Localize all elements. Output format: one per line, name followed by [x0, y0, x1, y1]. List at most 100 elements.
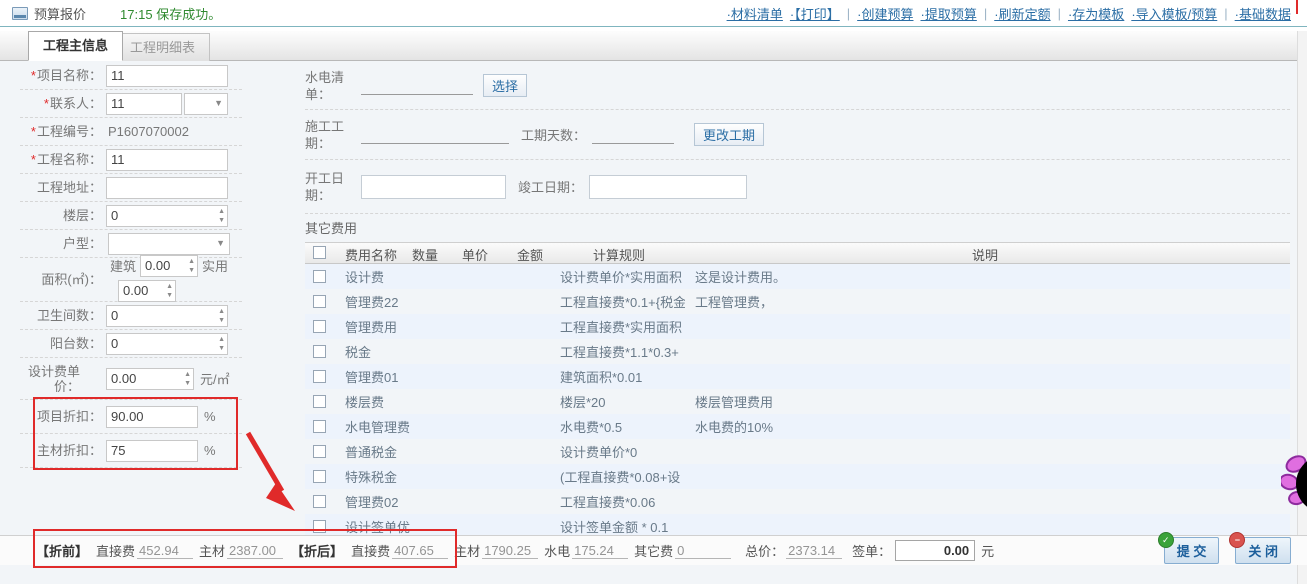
- fee-rule: 设计签单金额 * 0.1: [550, 517, 685, 536]
- link-material-list[interactable]: ·材料清单: [727, 4, 783, 23]
- link-refresh-quota[interactable]: ·刷新定额: [994, 4, 1050, 23]
- fee-name: 管理费01: [335, 367, 550, 386]
- stepper-down-icon[interactable]: ▼: [184, 380, 191, 387]
- project-name-label: *项目名称：: [20, 68, 102, 83]
- utility-value: 175.24: [572, 543, 628, 559]
- period-days-label: 工期天数：: [521, 125, 586, 144]
- form-row-construction-period: 施工工期： 工期天数： 更改工期: [305, 110, 1290, 160]
- balconies-input[interactable]: [106, 333, 228, 355]
- link-print[interactable]: ·【打印】: [790, 4, 840, 23]
- required-mark: *: [31, 124, 36, 139]
- save-status: 17:15 保存成功。: [120, 4, 221, 23]
- stepper-up-icon[interactable]: ▲: [166, 283, 173, 290]
- house-type-select[interactable]: ▼: [108, 233, 230, 255]
- stepper-up-icon[interactable]: ▲: [218, 308, 225, 315]
- percent-unit: %: [204, 443, 216, 458]
- fee-name: 管理费02: [335, 492, 550, 511]
- table-row[interactable]: 设计费设计费单价*实用面积这是设计费用。: [305, 264, 1290, 289]
- period-days-field[interactable]: [592, 125, 674, 144]
- other-fee-label: 其它费: [634, 541, 673, 560]
- utility-list-label: 水电清单：: [305, 69, 353, 103]
- tab-detail-sheet[interactable]: 工程明细表: [115, 33, 210, 61]
- stepper-down-icon[interactable]: ▼: [218, 345, 225, 352]
- select-utility-button[interactable]: 选择: [483, 74, 527, 97]
- design-fee-label: 设计费单价：: [20, 364, 80, 394]
- sign-amount-input[interactable]: [895, 540, 975, 561]
- stepper-up-icon[interactable]: ▲: [218, 336, 225, 343]
- fee-rule: 设计费单价*0: [550, 442, 685, 461]
- stepper-down-icon[interactable]: ▼: [188, 267, 195, 274]
- row-checkbox[interactable]: [313, 320, 326, 333]
- end-date-input[interactable]: [589, 175, 747, 199]
- area-label: 面积(㎡)：: [20, 272, 102, 287]
- submit-button[interactable]: ✓ 提 交: [1164, 537, 1220, 564]
- link-save-as-template[interactable]: ·存为模板: [1068, 4, 1124, 23]
- floor-input[interactable]: [106, 205, 228, 227]
- construction-period-field[interactable]: [361, 125, 509, 144]
- row-checkbox[interactable]: [313, 370, 326, 383]
- tab-main-info[interactable]: 工程主信息: [28, 31, 123, 61]
- construction-period-label: 施工工期：: [305, 118, 353, 152]
- stepper-up-icon[interactable]: ▲: [184, 371, 191, 378]
- table-row[interactable]: 管理费用工程直接费*实用面积: [305, 314, 1290, 339]
- bathrooms-input[interactable]: [106, 305, 228, 327]
- other-fees-table: 费用名称 数量 单价 金额 计算规则 说明 设计费设计费单价*实用面积这是设计费…: [305, 242, 1290, 539]
- row-checkbox[interactable]: [313, 345, 326, 358]
- house-type-label: 户型：: [20, 236, 102, 251]
- contact-input[interactable]: [106, 93, 182, 115]
- row-checkbox[interactable]: [313, 420, 326, 433]
- stepper-up-icon[interactable]: ▲: [218, 208, 225, 215]
- row-checkbox[interactable]: [313, 395, 326, 408]
- row-checkbox[interactable]: [313, 445, 326, 458]
- scrollbar-track[interactable]: [1297, 31, 1307, 584]
- total-label: 总价：: [745, 541, 784, 560]
- row-checkbox[interactable]: [313, 295, 326, 308]
- required-mark: *: [31, 68, 36, 83]
- stepper-down-icon[interactable]: ▼: [218, 317, 225, 324]
- select-all-checkbox[interactable]: [313, 246, 326, 259]
- fee-name: 管理费用: [335, 317, 550, 336]
- close-button[interactable]: − 关 闭: [1235, 537, 1291, 564]
- fee-note: 这是设计费用。: [685, 267, 1290, 286]
- project-name-input[interactable]: [106, 65, 228, 87]
- change-period-button[interactable]: 更改工期: [694, 123, 764, 146]
- project-discount-input[interactable]: [106, 406, 198, 428]
- fee-rule: 建筑面积*0.01: [550, 367, 685, 386]
- fee-name: 税金: [335, 342, 550, 361]
- after-discount-label: 【折后】: [291, 541, 343, 560]
- fee-name: 水电管理费: [335, 417, 550, 436]
- stepper-down-icon[interactable]: ▼: [166, 292, 173, 299]
- start-date-input[interactable]: [361, 175, 506, 199]
- stepper-down-icon[interactable]: ▼: [218, 217, 225, 224]
- row-checkbox[interactable]: [313, 270, 326, 283]
- fee-note: 水电费的10%: [685, 417, 1290, 436]
- link-separator: |: [1058, 6, 1061, 21]
- row-checkbox[interactable]: [313, 495, 326, 508]
- table-row[interactable]: 税金工程直接费*1.1*0.3+: [305, 339, 1290, 364]
- table-row[interactable]: 楼层费楼层*20楼层管理费用: [305, 389, 1290, 414]
- project-discount-label: 项目折扣：: [20, 409, 102, 424]
- table-row[interactable]: 管理费01建筑面积*0.01: [305, 364, 1290, 389]
- link-base-data[interactable]: ·基础数据: [1235, 4, 1291, 23]
- fee-rule: 设计费单价*实用面积: [550, 267, 685, 286]
- table-row[interactable]: 管理费22工程直接费*0.1+{税金}工程管理费，: [305, 289, 1290, 314]
- material-discount-input[interactable]: [106, 440, 198, 462]
- material-discount-label: 主材折扣：: [20, 443, 102, 458]
- utility-list-field[interactable]: [361, 76, 473, 95]
- row-checkbox[interactable]: [313, 470, 326, 483]
- table-row[interactable]: 特殊税金(工程直接费*0.08+设: [305, 464, 1290, 489]
- design-fee-input[interactable]: [106, 368, 194, 390]
- table-row[interactable]: 普通税金设计费单价*0: [305, 439, 1290, 464]
- link-extract-budget[interactable]: ·提取预算: [921, 4, 977, 23]
- table-row[interactable]: 水电管理费水电费*0.5水电费的10%: [305, 414, 1290, 439]
- contact-select[interactable]: ▼: [184, 93, 228, 115]
- stepper-up-icon[interactable]: ▲: [188, 258, 195, 265]
- table-row[interactable]: 管理费02工程直接费*0.06: [305, 489, 1290, 514]
- direct-fee-before-value: 452.94: [137, 543, 193, 559]
- address-input[interactable]: [106, 177, 228, 199]
- eng-name-input[interactable]: [106, 149, 228, 171]
- link-import-template[interactable]: ·导入模板/预算: [1131, 4, 1217, 23]
- tab-strip: 工程主信息 工程明细表: [0, 31, 1307, 61]
- row-checkbox[interactable]: [313, 520, 326, 533]
- link-create-budget[interactable]: ·创建预算: [857, 4, 913, 23]
